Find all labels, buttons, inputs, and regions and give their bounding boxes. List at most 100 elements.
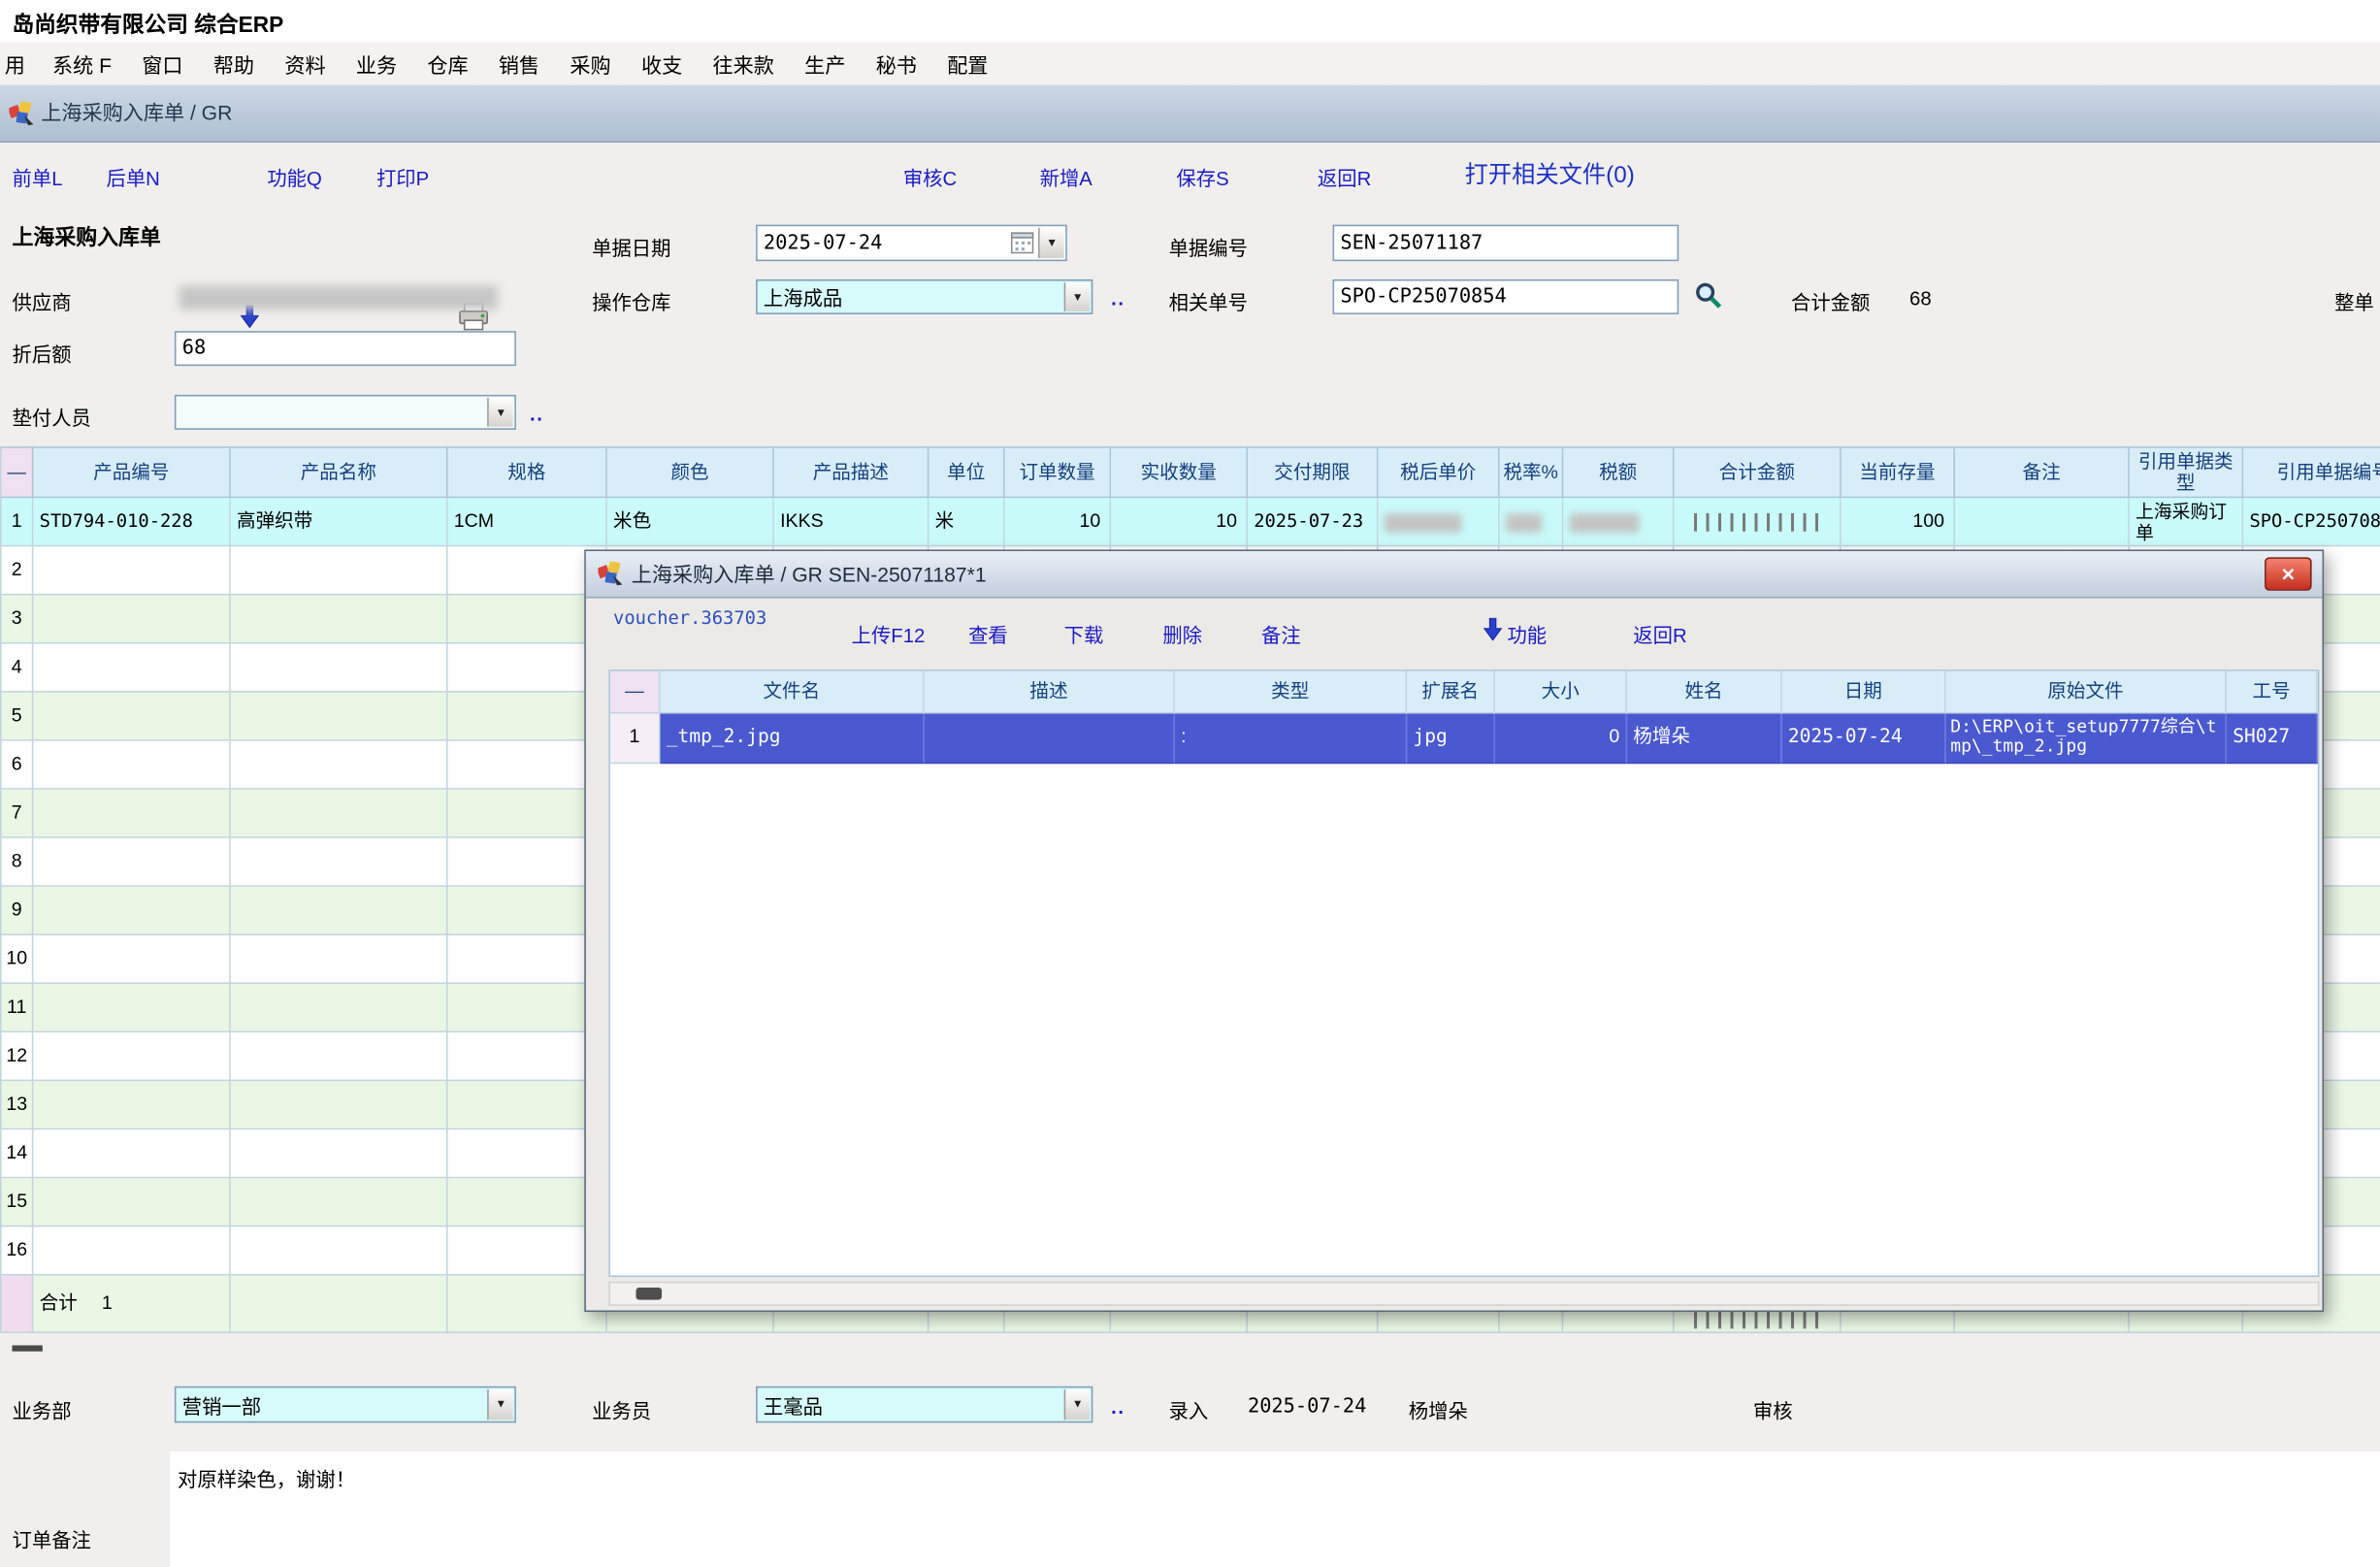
menu-item-1[interactable]: 系统 F: [37, 49, 126, 79]
cell[interactable]: 米色: [607, 498, 774, 546]
dept-dropdown-button[interactable]: ▼: [487, 1389, 513, 1420]
cell[interactable]: 7: [0, 790, 33, 838]
warehouse-more-button[interactable]: ..: [1111, 287, 1125, 310]
grid-header-col-16[interactable]: 引用单据类型: [2130, 446, 2243, 498]
file-cell[interactable]: SH027: [2227, 714, 2318, 765]
dialog-return-button[interactable]: 返回R: [1633, 619, 1686, 648]
menu-item-0[interactable]: 用: [0, 49, 37, 79]
cell[interactable]: [231, 741, 448, 790]
dept-select[interactable]: 营销一部 ▼: [175, 1387, 516, 1423]
files-header-col-6[interactable]: 姓名: [1627, 671, 1782, 714]
cell[interactable]: [1675, 498, 1842, 546]
advance-person-select[interactable]: ▼: [175, 395, 516, 430]
files-header-col-7[interactable]: 日期: [1782, 671, 1946, 714]
cell[interactable]: [448, 1178, 607, 1226]
cell[interactable]: [448, 644, 607, 693]
next-doc-button[interactable]: 后单N: [107, 162, 160, 191]
function-button[interactable]: 功能Q: [267, 162, 322, 191]
grid-header-col-17[interactable]: 引用单据编号: [2243, 446, 2380, 498]
cell[interactable]: [1563, 498, 1674, 546]
cell[interactable]: [231, 1226, 448, 1275]
grid-header-col-11[interactable]: 税率%: [1500, 446, 1564, 498]
cell[interactable]: [448, 546, 607, 595]
cell[interactable]: [231, 1032, 448, 1081]
warehouse-dropdown-button[interactable]: ▼: [1064, 282, 1091, 311]
add-button[interactable]: 新增A: [1040, 162, 1092, 191]
warehouse-select[interactable]: 上海成品 ▼: [756, 279, 1092, 314]
cell[interactable]: 10: [0, 935, 33, 984]
files-header-col-2[interactable]: 描述: [925, 671, 1175, 714]
menu-item-13[interactable]: 配置: [932, 49, 1004, 79]
open-related-files-button[interactable]: 打开相关文件(0): [1465, 156, 1635, 189]
menu-item-2[interactable]: 窗口: [127, 49, 199, 79]
menu-item-11[interactable]: 生产: [789, 49, 861, 79]
cell[interactable]: [448, 1032, 607, 1081]
cell[interactable]: [231, 644, 448, 693]
file-cell[interactable]: 杨增朵: [1627, 714, 1782, 765]
menu-item-5[interactable]: 业务: [341, 49, 412, 79]
cell[interactable]: [448, 1226, 607, 1275]
file-cell[interactable]: :: [1175, 714, 1407, 765]
cell[interactable]: 12: [0, 1032, 33, 1081]
discount-input[interactable]: 68: [175, 331, 516, 366]
cell[interactable]: [1378, 498, 1499, 546]
cell[interactable]: [33, 1081, 230, 1129]
cell[interactable]: [33, 644, 230, 693]
cell[interactable]: 高弹织带: [231, 498, 448, 546]
files-header-col-5[interactable]: 大小: [1495, 671, 1627, 714]
cell[interactable]: [448, 693, 607, 741]
grid-header-col-1[interactable]: 产品编号: [33, 446, 230, 498]
grid-header-col-0[interactable]: —: [0, 446, 33, 498]
file-cell[interactable]: 0: [1495, 714, 1627, 765]
cell[interactable]: [448, 984, 607, 1032]
cell[interactable]: [231, 887, 448, 935]
cell[interactable]: 2: [0, 546, 33, 595]
cell[interactable]: 10: [1005, 498, 1112, 546]
file-cell[interactable]: 1: [610, 714, 661, 765]
files-row-1[interactable]: 1_tmp_2.jpg:jpg0杨增朵2025-07-24D:\ERP\oit_…: [610, 714, 2318, 765]
tab-title[interactable]: 上海采购入库单 / GR: [41, 85, 232, 143]
files-header-col-1[interactable]: 文件名: [661, 671, 925, 714]
cell[interactable]: [231, 546, 448, 595]
files-header-col-3[interactable]: 类型: [1175, 671, 1407, 714]
cell[interactable]: 16: [0, 1226, 33, 1275]
cell[interactable]: [33, 741, 230, 790]
doc-date-input[interactable]: 2025-07-24 ▼: [756, 225, 1067, 262]
cell[interactable]: 100: [1842, 498, 1955, 546]
cell[interactable]: [33, 790, 230, 838]
return-button[interactable]: 返回R: [1318, 162, 1371, 191]
cell[interactable]: 1: [0, 498, 33, 546]
grid-header-col-6[interactable]: 单位: [929, 446, 1004, 498]
cell[interactable]: 米: [929, 498, 1004, 546]
cell[interactable]: [231, 595, 448, 643]
menu-item-10[interactable]: 往来款: [698, 49, 790, 79]
menu-item-3[interactable]: 帮助: [198, 49, 270, 79]
cell[interactable]: [448, 887, 607, 935]
file-cell[interactable]: 2025-07-24: [1782, 714, 1946, 765]
grid-header-col-12[interactable]: 税额: [1563, 446, 1674, 498]
cell[interactable]: [231, 984, 448, 1032]
save-button[interactable]: 保存S: [1176, 162, 1228, 191]
files-header-col-9[interactable]: 工号: [2227, 671, 2318, 714]
cell[interactable]: [231, 838, 448, 887]
prev-doc-button[interactable]: 前单L: [13, 162, 63, 191]
cell[interactable]: STD794-010-228: [33, 498, 230, 546]
table-row-1[interactable]: 1STD794-010-228高弹织带1CM米色IKKS米10102025-07…: [0, 498, 2380, 546]
cell[interactable]: [33, 1226, 230, 1275]
cell[interactable]: 2025-07-23: [1248, 498, 1379, 546]
grid-header-col-4[interactable]: 颜色: [607, 446, 774, 498]
cell[interactable]: 3: [0, 595, 33, 643]
related-no-input[interactable]: SPO-CP25070854: [1333, 279, 1679, 314]
cell[interactable]: [33, 1032, 230, 1081]
cell[interactable]: [448, 935, 607, 984]
cell[interactable]: 5: [0, 693, 33, 741]
file-cell[interactable]: [925, 714, 1175, 765]
cell[interactable]: [33, 546, 230, 595]
cell[interactable]: [33, 693, 230, 741]
note-button[interactable]: 备注: [1261, 619, 1301, 648]
cell[interactable]: [33, 1129, 230, 1178]
cell[interactable]: [33, 838, 230, 887]
cell[interactable]: 14: [0, 1129, 33, 1178]
order-remark-panel[interactable]: 对原样染色，谢谢！: [170, 1452, 2380, 1567]
cell[interactable]: 上海采购订单: [2130, 498, 2243, 546]
